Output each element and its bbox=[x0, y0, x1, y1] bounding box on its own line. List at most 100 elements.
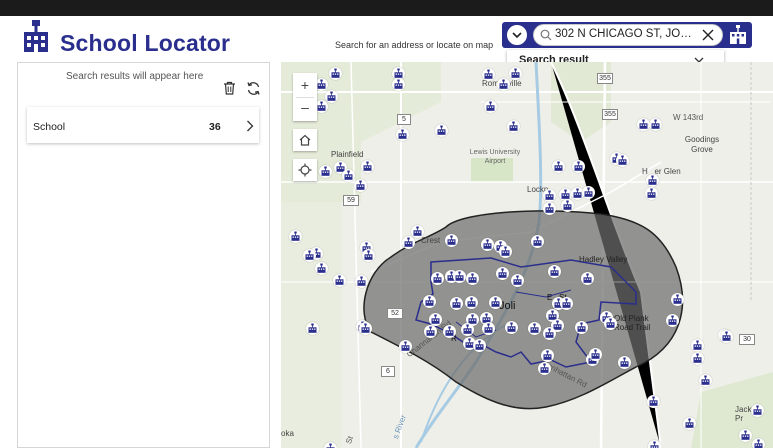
collapse-search-button[interactable] bbox=[507, 25, 527, 45]
school-marker-icon[interactable] bbox=[560, 297, 573, 310]
school-marker-icon[interactable] bbox=[699, 374, 712, 387]
school-marker-icon[interactable] bbox=[649, 118, 662, 131]
school-marker-icon[interactable] bbox=[303, 249, 316, 262]
zoom-out-icon[interactable]: – bbox=[293, 99, 317, 115]
school-marker-icon[interactable] bbox=[482, 322, 495, 335]
school-marker-icon[interactable] bbox=[315, 262, 328, 275]
school-marker-icon[interactable] bbox=[435, 124, 448, 137]
school-marker-icon[interactable] bbox=[581, 272, 594, 285]
school-marker-icon[interactable] bbox=[646, 174, 659, 187]
school-logo-icon bbox=[24, 20, 48, 52]
school-marker-icon[interactable] bbox=[509, 67, 522, 80]
school-marker-icon[interactable] bbox=[618, 356, 631, 369]
school-marker-icon[interactable] bbox=[329, 67, 342, 80]
school-marker-icon[interactable] bbox=[359, 322, 372, 335]
highway-shield: 355 bbox=[597, 73, 613, 84]
school-marker-icon[interactable] bbox=[548, 265, 561, 278]
school-marker-icon[interactable] bbox=[505, 321, 518, 334]
school-marker-icon[interactable] bbox=[324, 442, 337, 448]
chevron-down-icon bbox=[512, 32, 522, 39]
school-marker-icon[interactable] bbox=[645, 187, 658, 200]
app-title: School Locator bbox=[60, 30, 231, 56]
school-marker-icon[interactable] bbox=[481, 238, 494, 251]
school-marker-icon[interactable] bbox=[466, 272, 479, 285]
result-item-label: School bbox=[33, 121, 66, 133]
school-marker-icon[interactable] bbox=[691, 352, 704, 365]
refresh-icon[interactable] bbox=[246, 81, 261, 96]
school-marker-icon[interactable] bbox=[575, 321, 588, 334]
school-marker-icon[interactable] bbox=[497, 78, 510, 91]
school-marker-icon[interactable] bbox=[543, 189, 556, 202]
school-marker-icon[interactable] bbox=[720, 330, 733, 343]
school-marker-icon[interactable] bbox=[648, 440, 661, 448]
school-marker-icon[interactable] bbox=[399, 340, 412, 353]
school-marker-icon[interactable] bbox=[473, 339, 486, 352]
school-marker-icon[interactable] bbox=[543, 202, 556, 215]
map-view[interactable]: Romeoville Plainfield Lewis University A… bbox=[281, 62, 773, 448]
school-marker-icon[interactable] bbox=[443, 325, 456, 338]
map-label-w143: W 143rd bbox=[673, 113, 704, 122]
highway-shield: 59 bbox=[343, 195, 359, 206]
school-marker-icon[interactable] bbox=[739, 429, 752, 442]
school-marker-icon[interactable] bbox=[683, 417, 696, 430]
school-marker-icon[interactable] bbox=[482, 68, 495, 81]
school-marker-icon[interactable] bbox=[445, 234, 458, 247]
school-marker-icon[interactable] bbox=[496, 267, 509, 280]
trash-icon[interactable] bbox=[223, 81, 236, 95]
school-marker-icon[interactable] bbox=[392, 78, 405, 91]
school-marker-icon[interactable] bbox=[671, 293, 684, 306]
school-marker-icon[interactable] bbox=[361, 160, 374, 173]
map-label-oka: oka bbox=[281, 429, 294, 438]
school-marker-icon[interactable] bbox=[528, 322, 541, 335]
school-marker-icon[interactable] bbox=[319, 165, 332, 178]
school-marker-icon[interactable] bbox=[355, 275, 368, 288]
school-marker-icon[interactable] bbox=[752, 438, 765, 448]
school-marker-icon[interactable] bbox=[484, 100, 497, 113]
school-marker-icon[interactable] bbox=[450, 297, 463, 310]
school-marker-icon[interactable] bbox=[538, 362, 551, 375]
locate-button[interactable] bbox=[293, 159, 317, 181]
school-marker-icon[interactable] bbox=[616, 154, 629, 167]
school-marker-icon[interactable] bbox=[453, 270, 466, 283]
school-marker-icon[interactable] bbox=[561, 199, 574, 212]
school-marker-icon[interactable] bbox=[489, 296, 502, 309]
chevron-right-icon bbox=[247, 120, 254, 132]
school-marker-icon[interactable] bbox=[582, 186, 595, 199]
school-marker-icon[interactable] bbox=[411, 225, 424, 238]
school-marker-icon[interactable] bbox=[543, 327, 556, 340]
school-marker-icon[interactable] bbox=[507, 120, 520, 133]
school-marker-icon[interactable] bbox=[751, 404, 764, 417]
school-marker-icon[interactable] bbox=[289, 230, 302, 243]
clear-search-icon[interactable] bbox=[702, 29, 714, 41]
school-marker-icon[interactable] bbox=[541, 349, 554, 362]
school-marker-icon[interactable] bbox=[552, 160, 565, 173]
school-marker-icon[interactable] bbox=[604, 317, 617, 330]
school-marker-icon[interactable] bbox=[647, 395, 660, 408]
school-marker-icon[interactable] bbox=[511, 274, 524, 287]
map-label-airport: Lewis University Airport bbox=[469, 149, 521, 165]
school-marker-icon[interactable] bbox=[431, 272, 444, 285]
locate-icon bbox=[298, 163, 312, 177]
school-marker-icon[interactable] bbox=[531, 235, 544, 248]
zoom-in-icon[interactable]: + bbox=[293, 77, 317, 93]
home-button[interactable] bbox=[293, 129, 317, 151]
highway-shield: 6 bbox=[381, 366, 395, 377]
school-marker-icon[interactable] bbox=[499, 245, 512, 258]
school-marker-icon[interactable] bbox=[362, 249, 375, 262]
school-marker-icon[interactable] bbox=[396, 128, 409, 141]
school-marker-icon[interactable] bbox=[306, 322, 319, 335]
school-marker-icon[interactable] bbox=[423, 295, 436, 308]
school-locate-button-icon[interactable] bbox=[727, 24, 749, 46]
school-marker-icon[interactable] bbox=[589, 348, 602, 361]
school-marker-icon[interactable] bbox=[572, 160, 585, 173]
school-marker-icon[interactable] bbox=[691, 339, 704, 352]
school-marker-icon[interactable] bbox=[424, 325, 437, 338]
school-marker-icon[interactable] bbox=[666, 314, 679, 327]
highway-shield: 30 bbox=[739, 334, 755, 345]
search-input-value[interactable]: 302 N CHICAGO ST, JOLIET, IL bbox=[555, 28, 697, 40]
school-marker-icon[interactable] bbox=[354, 179, 367, 192]
school-marker-icon[interactable] bbox=[333, 274, 346, 287]
school-marker-icon[interactable] bbox=[465, 296, 478, 309]
browser-top-bar bbox=[0, 0, 773, 16]
school-marker-icon[interactable] bbox=[461, 323, 474, 336]
